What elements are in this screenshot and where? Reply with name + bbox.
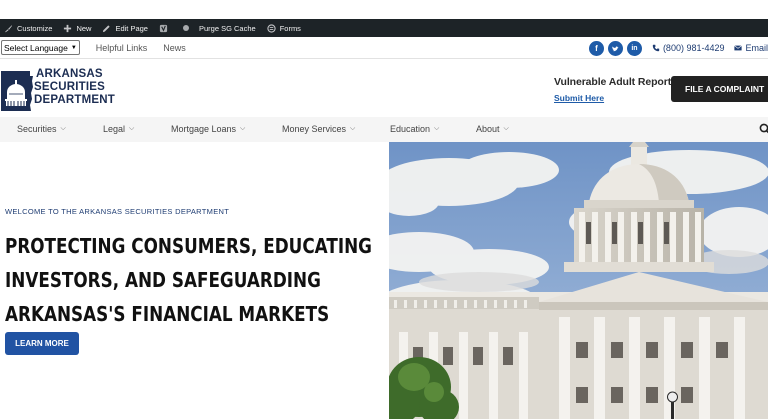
utility-right: f in (800) 981-4429 Email: [588, 37, 768, 59]
admin-bar: Customize New Edit Page Purge SG Cache F…: [0, 19, 768, 37]
admin-edit-page[interactable]: Edit Page: [102, 24, 148, 33]
search-icon[interactable]: [759, 123, 768, 135]
admin-new[interactable]: New: [63, 24, 91, 33]
capitol-illustration: [389, 142, 768, 419]
logo-text: ARKANSAS SECURITIES DEPARTMENT: [34, 68, 115, 107]
hero-headline-line-2: INVESTORS, AND SAFEGUARDING: [5, 268, 321, 292]
plus-icon: [64, 24, 72, 32]
hero-headline: PROTECTING CONSUMERS, EDUCATING INVESTOR…: [5, 229, 372, 331]
chevron-down-icon: ⌵: [503, 125, 509, 132]
admin-purge-cache[interactable]: Purge SG Cache: [199, 24, 256, 33]
linkedin-icon[interactable]: in: [626, 40, 642, 56]
nav-item-label: Education: [390, 124, 431, 134]
chevron-down-icon: ⌵: [240, 125, 246, 132]
forms-icon: [267, 23, 276, 33]
admin-edit-page-label: Edit Page: [115, 23, 148, 33]
nav-item-securities[interactable]: Securities ⌵: [17, 124, 66, 134]
logo-line-2: SECURITIES: [34, 81, 106, 93]
phone-link[interactable]: (800) 981-4429: [652, 43, 725, 53]
chevron-down-icon: ▼: [70, 44, 77, 51]
chevron-down-icon: ⌵: [434, 125, 440, 132]
admin-new-label: New: [76, 23, 92, 33]
email-link[interactable]: Email: [734, 43, 768, 53]
admin-purge-label: Purge SG Cache: [198, 23, 256, 33]
nav-item-about[interactable]: About ⌵: [476, 124, 509, 134]
hero-headline-line-3: ARKANSAS'S FINANCIAL MARKETS: [5, 302, 330, 326]
nav-item-label: Legal: [103, 124, 126, 134]
language-select[interactable]: Select Language ▼: [1, 40, 80, 55]
email-label: Email: [745, 43, 768, 53]
nav-item-money-services[interactable]: Money Services ⌵: [282, 124, 355, 134]
nav-item-legal[interactable]: Legal ⌵: [103, 124, 134, 134]
envelope-icon: [734, 45, 743, 51]
arkansas-state-icon: [1, 71, 33, 111]
nav-item-label: Mortgage Loans: [171, 124, 237, 134]
helpful-links-link[interactable]: Helpful Links: [96, 43, 148, 53]
nav-item-label: Securities: [17, 124, 57, 134]
site-header: ARKANSAS SECURITIES DEPARTMENT Vulnerabl…: [0, 60, 768, 117]
pencil-icon: [103, 24, 111, 32]
submit-here-link[interactable]: Submit Here: [554, 93, 604, 103]
chevron-down-icon: ⌵: [60, 125, 66, 132]
hero-headline-line-1: PROTECTING CONSUMERS, EDUCATING: [5, 234, 372, 258]
admin-forms-label: Forms: [279, 23, 301, 33]
language-select-value: Select Language: [4, 42, 68, 53]
admin-customize-label: Customize: [17, 23, 53, 33]
twitter-icon[interactable]: [607, 40, 623, 56]
admin-customize[interactable]: Customize: [4, 24, 52, 33]
learn-more-button[interactable]: LEARN MORE: [5, 332, 79, 355]
file-complaint-button[interactable]: FILE A COMPLAINT: [671, 76, 768, 102]
brush-icon: [4, 24, 13, 32]
facebook-icon[interactable]: f: [588, 40, 604, 56]
capitol-building-image: [389, 142, 768, 419]
top-strip: [0, 0, 768, 19]
admin-forms[interactable]: Forms: [267, 24, 301, 33]
news-link[interactable]: News: [163, 43, 186, 53]
hero-text-panel: WELCOME TO THE ARKANSAS SECURITIES DEPAR…: [0, 142, 389, 419]
phone-number: (800) 981-4429: [662, 43, 725, 53]
nav-item-label: Money Services: [282, 124, 347, 134]
logo-line-1: ARKANSAS: [36, 68, 103, 80]
utility-bar: Select Language ▼ Helpful Links News f i…: [0, 37, 768, 59]
main-nav: Securities ⌵ Legal ⌵ Mortgage Loans ⌵ Money…: [0, 117, 768, 142]
yoast-icon: [159, 24, 168, 32]
phone-icon: [652, 44, 660, 52]
vulnerable-adult-report-title: Vulnerable Adult Report: [554, 76, 672, 88]
hero-welcome: WELCOME TO THE ARKANSAS SECURITIES DEPAR…: [5, 207, 230, 216]
chevron-down-icon: ⌵: [350, 125, 356, 132]
chevron-down-icon: ⌵: [129, 125, 135, 132]
nav-item-mortgage-loans[interactable]: Mortgage Loans ⌵: [171, 124, 245, 134]
admin-yoast[interactable]: [159, 24, 172, 33]
status-dot-icon: [182, 25, 189, 31]
site-logo[interactable]: ARKANSAS SECURITIES DEPARTMENT: [0, 67, 115, 113]
nav-item-education[interactable]: Education ⌵: [390, 124, 439, 134]
nav-item-label: About: [476, 124, 500, 134]
twitter-bird-icon: [611, 46, 619, 51]
logo-line-3: DEPARTMENT: [34, 94, 116, 106]
